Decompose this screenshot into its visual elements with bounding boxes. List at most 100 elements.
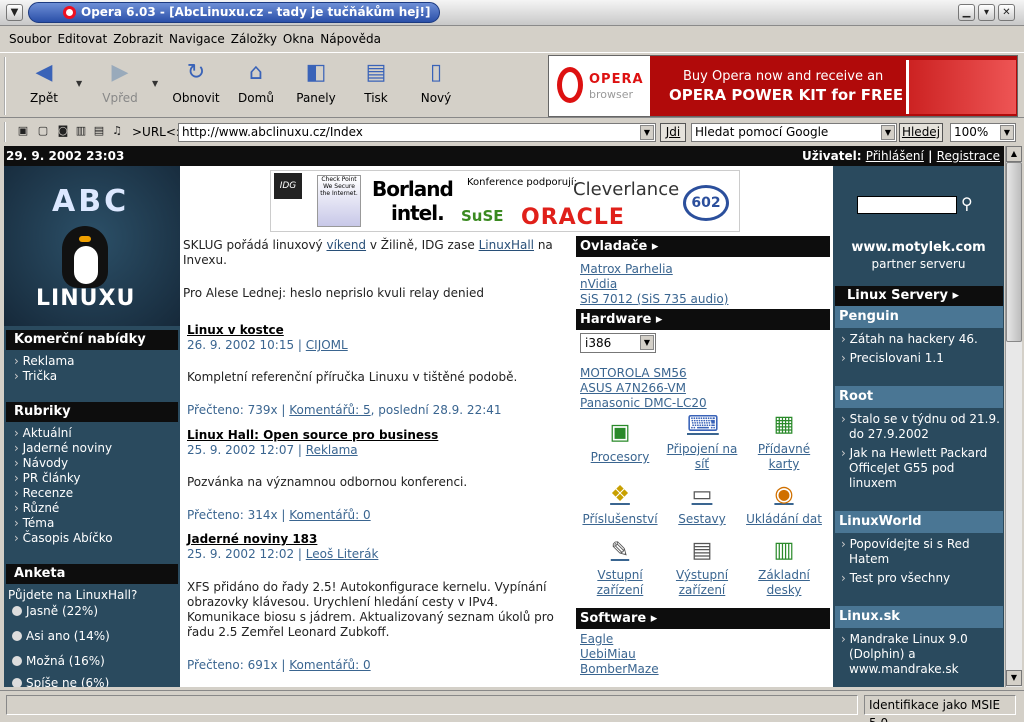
sound-icon[interactable]: ♫ — [110, 124, 124, 138]
poll-option[interactable]: Spíše ne (6%) — [12, 676, 109, 687]
zoom-dropdown-icon[interactable]: ▼ — [1000, 125, 1014, 140]
category-procesory[interactable]: ▣ Procesory — [580, 418, 660, 465]
camera-icon[interactable]: ◙ — [56, 124, 70, 138]
link-linuxhall[interactable]: LinuxHall — [479, 238, 534, 252]
hardware-link[interactable]: ASUS A7N266-VM — [580, 381, 686, 396]
server-linuxworld-heading[interactable]: LinuxWorld — [835, 511, 1003, 533]
link-pr-clanky[interactable]: PR články — [14, 471, 81, 486]
go-button[interactable]: Jdi — [660, 123, 686, 142]
hardware-link[interactable]: MOTOROLA SM56 — [580, 366, 687, 381]
login-link[interactable]: Přihlášení — [866, 149, 924, 163]
site-search-input[interactable] — [857, 196, 957, 214]
link-jaderne-noviny[interactable]: Jaderné noviny — [14, 441, 113, 456]
server-news-link[interactable]: Popovídejte si s Red Hatem — [841, 537, 1001, 567]
link-tema[interactable]: Téma — [14, 516, 55, 531]
architecture-dropdown-icon[interactable]: ▼ — [640, 335, 654, 350]
news-title[interactable]: Linux Hall: Open source pro business — [187, 428, 438, 442]
server-news-link[interactable]: Stalo se v týdnu od 21.9. do 27.9.2002 — [841, 412, 1001, 442]
search-dropdown-icon[interactable]: ▼ — [881, 125, 895, 140]
link-aktualni[interactable]: Aktuální — [14, 426, 72, 441]
home-button[interactable]: ⌂ Domů — [228, 59, 284, 105]
abclinuxu-logo[interactable]: ABC LINUXU — [4, 166, 180, 326]
software-link[interactable]: UebiMiau — [580, 647, 636, 662]
news-title[interactable]: Linux v kostce — [187, 323, 284, 337]
category-vystupni-zarizeni[interactable]: ▤ Výstupní zařízení — [662, 536, 742, 598]
category-sestavy[interactable]: ▭ Sestavy — [662, 480, 742, 527]
sponsor-banner[interactable]: IDG Check Point We Secure the Internet. B… — [270, 170, 740, 232]
news-comments-link[interactable]: Komentářů: 0 — [289, 508, 370, 522]
scroll-up-icon[interactable]: ▲ — [1006, 146, 1022, 162]
driver-link[interactable]: nVidia — [580, 277, 617, 292]
image-toggle-icon[interactable]: ▢ — [36, 124, 50, 138]
menu-navigace[interactable]: Navigace — [166, 28, 228, 50]
software-heading[interactable]: Software ▸ — [576, 608, 830, 629]
category-pridavne-karty[interactable]: ▦ Přídavné karty — [744, 410, 824, 472]
category-vstupni-zarizeni[interactable]: ✎ Vstupní zařízení — [580, 536, 660, 598]
news-author-link[interactable]: CIJOML — [306, 338, 348, 352]
browser-identification[interactable]: Identifikace jako MSIE 5.0 — [864, 695, 1016, 722]
news-comments-link[interactable]: Komentářů: 0 — [289, 658, 370, 672]
drivers-heading[interactable]: Ovladače ▸ — [576, 236, 830, 257]
addressbar-grip[interactable] — [4, 122, 10, 142]
news-title[interactable]: Jaderné noviny 183 — [187, 532, 317, 546]
server-news-link[interactable]: Mandrake Linux 9.0 (Dolphin) a www.mandr… — [841, 632, 1001, 677]
linux-servers-heading[interactable]: Linux Servery ▸ — [835, 286, 1003, 306]
menu-zobrazit[interactable]: Zobrazit — [110, 28, 166, 50]
print-preview-icon[interactable]: ▤ — [92, 124, 106, 138]
poll-option[interactable]: Možná (16%) — [12, 654, 105, 668]
link-navody[interactable]: Návody — [14, 456, 69, 471]
link-casopis-abicko[interactable]: Časopis Abíčko — [14, 531, 113, 546]
server-news-link[interactable]: Test pro všechny — [841, 571, 1001, 586]
new-window-button[interactable]: ▯ Nový — [408, 59, 464, 105]
zoom-select[interactable]: 100% ▼ — [950, 123, 1016, 142]
software-link[interactable]: BomberMaze — [580, 662, 659, 677]
back-button[interactable]: ◀ Zpět — [16, 59, 72, 105]
lock-icon[interactable]: ▥ — [74, 124, 88, 138]
menu-zalozky[interactable]: Záložky — [228, 28, 280, 50]
register-link[interactable]: Registrace — [937, 149, 1000, 163]
refresh-button[interactable]: ↻ Obnovit — [168, 59, 224, 105]
menu-napoveda[interactable]: Nápověda — [317, 28, 384, 50]
driver-link[interactable]: Matrox Parhelia — [580, 262, 673, 277]
search-icon[interactable]: ⚲ — [961, 194, 973, 213]
menu-soubor[interactable]: Soubor — [6, 28, 54, 50]
software-link[interactable]: Eagle — [580, 632, 613, 647]
menu-okna[interactable]: Okna — [280, 28, 317, 50]
panels-button[interactable]: ◧ Panely — [288, 59, 344, 105]
url-dropdown-icon[interactable]: ▼ — [640, 125, 654, 140]
server-news-link[interactable]: Zátah na hackery 46. — [841, 332, 1001, 347]
category-prislusenstvi[interactable]: ❖ Příslušenství — [580, 480, 660, 527]
news-author-link[interactable]: Reklama — [306, 443, 358, 457]
poll-option[interactable]: Asi ano (14%) — [12, 629, 110, 643]
url-input[interactable]: http://www.abclinuxu.cz/Index ▼ — [178, 123, 656, 142]
forward-history-dropdown-icon[interactable]: ▼ — [152, 79, 158, 88]
server-penguin-heading[interactable]: Penguin — [835, 306, 1003, 328]
category-ukladani-dat[interactable]: ◉ Ukládání dat — [744, 480, 824, 527]
news-author-link[interactable]: Leoš Literák — [306, 547, 379, 561]
cookie-icon[interactable]: ▣ — [16, 124, 30, 138]
link-ruzne[interactable]: Různé — [14, 501, 60, 516]
hardware-heading[interactable]: Hardware ▸ — [576, 309, 830, 330]
close-icon[interactable]: ✕ — [998, 4, 1015, 21]
vertical-scrollbar[interactable]: ▲ ▼ — [1005, 146, 1022, 687]
scroll-thumb[interactable] — [1006, 162, 1022, 342]
link-recenze[interactable]: Recenze — [14, 486, 73, 501]
server-news-link[interactable]: Precislovani 1.1 — [841, 351, 1001, 366]
menu-editovat[interactable]: Editovat — [54, 28, 110, 50]
server-news-link[interactable]: Jak na Hewlett Packard OfficeJet G55 pod… — [841, 446, 1001, 491]
category-zakladni-desky[interactable]: ▥ Základní desky — [744, 536, 824, 598]
architecture-select[interactable]: i386 ▼ — [580, 333, 656, 353]
back-history-dropdown-icon[interactable]: ▼ — [76, 79, 82, 88]
forward-button[interactable]: ▶ Vpřed — [92, 59, 148, 105]
link-tricka[interactable]: Trička — [14, 369, 58, 384]
scroll-down-icon[interactable]: ▼ — [1006, 670, 1022, 686]
toolbar-grip[interactable] — [4, 57, 10, 115]
hardware-link[interactable]: Panasonic DMC-LC20 — [580, 396, 707, 411]
search-button[interactable]: Hledej — [899, 123, 943, 142]
opera-ad-banner[interactable]: OPERA browser Buy Opera now and receive … — [548, 55, 1018, 117]
news-comments-link[interactable]: Komentářů: 5 — [289, 403, 370, 417]
maximize-icon[interactable]: ▾ — [978, 4, 995, 21]
print-button[interactable]: ▤ Tisk — [348, 59, 404, 105]
poll-option[interactable]: Jasně (22%) — [12, 604, 98, 618]
category-pripojeni[interactable]: ⌨ Připojení na síť — [662, 410, 742, 472]
